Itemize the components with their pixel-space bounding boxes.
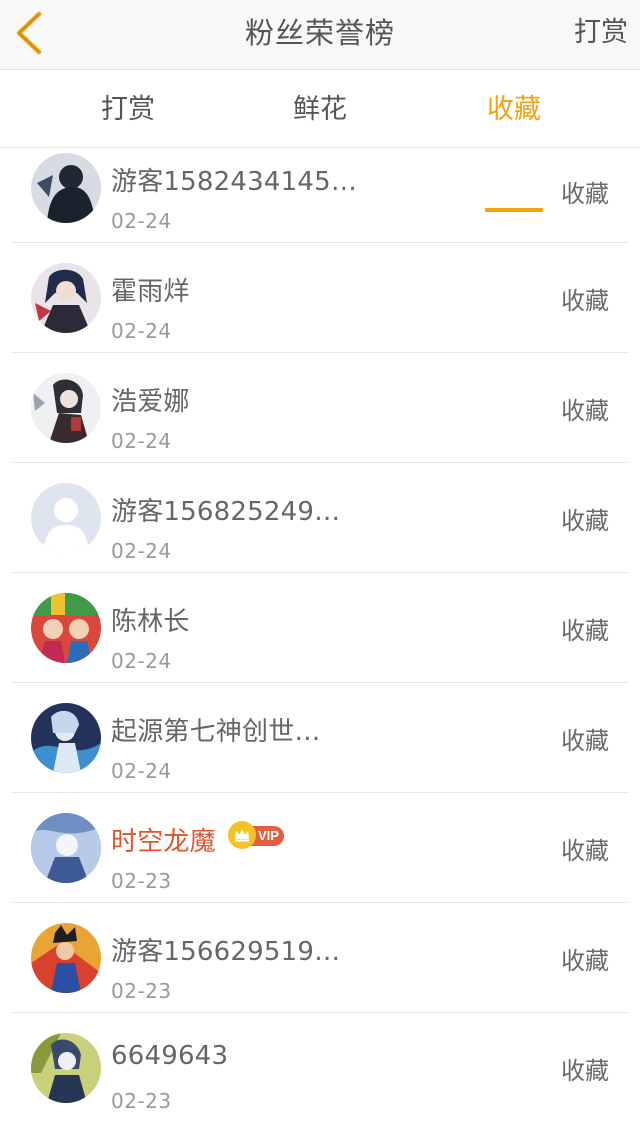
avatar: [31, 703, 101, 773]
date: 02-24: [111, 649, 172, 673]
user-name: 霍雨烊: [111, 277, 190, 307]
avatar: [31, 263, 101, 333]
user-name: 浩爱娜: [111, 387, 190, 417]
user-name: 6649643: [111, 1041, 229, 1071]
list-item[interactable]: 起源第七神创世… 02-24 收藏: [0, 683, 640, 793]
tip-button[interactable]: 打赏: [574, 0, 628, 66]
user-name: 游客156629519…: [111, 937, 341, 967]
avatar: [31, 593, 101, 663]
date: 02-23: [111, 979, 172, 1003]
date: 02-24: [111, 209, 172, 233]
avatar: [31, 1033, 101, 1103]
list-item[interactable]: 浩爱娜 02-24 收藏: [0, 353, 640, 463]
top-bar: 粉丝荣誉榜 打赏: [0, 0, 640, 70]
crown-icon: [228, 821, 256, 849]
avatar: [31, 813, 101, 883]
avatar: [31, 373, 101, 443]
list-item[interactable]: 游客156825249… 02-24 收藏: [0, 463, 640, 573]
user-name: 时空龙魔: [111, 827, 216, 857]
fan-list: 游客1582434145… 02-24 收藏 霍雨烊 02-24 收藏 浩爱娜 …: [0, 148, 640, 1123]
user-name: 游客1582434145…: [111, 167, 358, 197]
avatar: [31, 153, 101, 223]
date: 02-24: [111, 429, 172, 453]
tab-favorites[interactable]: 收藏: [444, 71, 584, 148]
list-item[interactable]: 6649643 02-23 收藏: [0, 1013, 640, 1123]
user-name: 陈林长: [111, 607, 190, 637]
list-item[interactable]: 时空龙魔 VIP 02-23 收藏: [0, 793, 640, 903]
date: 02-23: [111, 1089, 172, 1113]
action-label: 收藏: [561, 727, 609, 755]
date: 02-24: [111, 319, 172, 343]
list-item[interactable]: 陈林长 02-24 收藏: [0, 573, 640, 683]
action-label: 收藏: [561, 180, 609, 208]
date: 02-23: [111, 869, 172, 893]
user-name: 游客156825249…: [111, 497, 341, 527]
list-item[interactable]: 游客156629519… 02-23 收藏: [0, 903, 640, 1013]
date: 02-24: [111, 759, 172, 783]
action-label: 收藏: [561, 1057, 609, 1085]
tab-bar: 打赏 鲜花 收藏: [0, 71, 640, 212]
action-label: 收藏: [561, 287, 609, 315]
date: 02-24: [111, 539, 172, 563]
action-label: 收藏: [561, 507, 609, 535]
user-name: 起源第七神创世…: [111, 717, 321, 747]
avatar: [31, 923, 101, 993]
list-item[interactable]: 霍雨烊 02-24 收藏: [0, 243, 640, 353]
list-item[interactable]: 游客1582434145… 02-24 收藏: [0, 148, 640, 243]
avatar: [31, 483, 101, 553]
page-title: 粉丝荣誉榜: [244, 16, 395, 50]
vip-badge: VIP: [228, 821, 288, 849]
action-label: 收藏: [561, 617, 609, 645]
action-label: 收藏: [561, 947, 609, 975]
tab-tips[interactable]: 打赏: [58, 71, 198, 148]
action-label: 收藏: [561, 397, 609, 425]
tab-flowers[interactable]: 鲜花: [250, 71, 390, 148]
action-label: 收藏: [561, 837, 609, 865]
